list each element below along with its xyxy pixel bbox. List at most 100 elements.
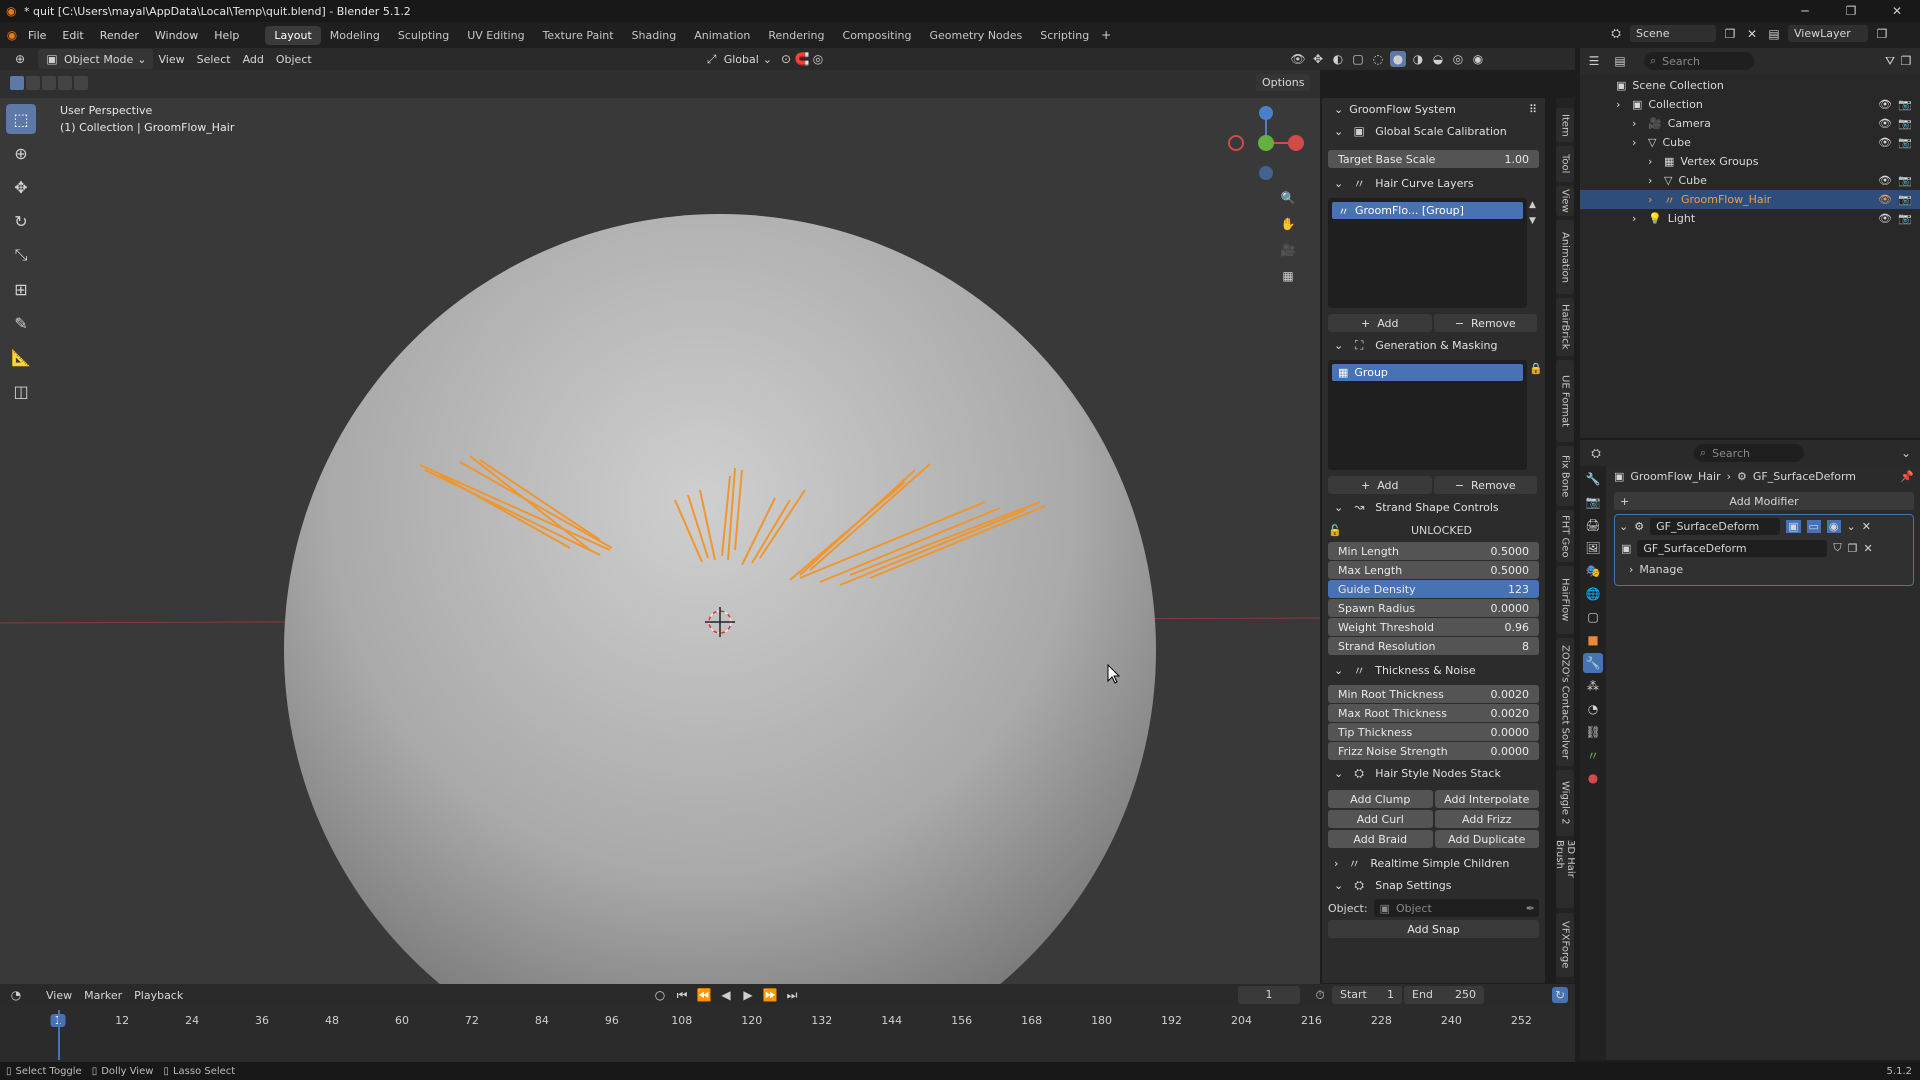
camera-view-icon[interactable]: 🎥 [1280,242,1296,258]
zoom-icon[interactable]: 🔍 [1280,190,1296,206]
select-intersect-icon[interactable] [74,76,88,90]
tab-sculpting[interactable]: Sculpting [389,26,458,45]
eye-icon[interactable]: 👁 [1878,174,1892,187]
add-snap-button[interactable]: Add Snap [1328,920,1539,938]
lock-toggle[interactable]: 🔓 UNLOCKED [1328,520,1539,540]
strand-field[interactable]: Spawn Radius 0.0000 [1328,599,1539,617]
strand-field[interactable]: Weight Threshold 0.96 [1328,618,1539,636]
scene-tab-icon[interactable]: 🎭 [1583,561,1603,581]
list-item[interactable]: 〃 GroomFlo... [Group] [1332,202,1523,219]
outliner-root[interactable]: ▣ Scene Collection [1580,76,1920,95]
menu-edit[interactable]: Edit [54,29,91,42]
hair-layers-list[interactable]: 〃 GroomFlo... [Group] [1328,198,1527,308]
menu-window[interactable]: Window [147,29,206,42]
sidebar-tab[interactable]: Animation [1556,220,1574,294]
output-tab-icon[interactable]: 🖨 [1583,515,1603,535]
view-layer-field[interactable]: ViewLayer [1788,25,1868,42]
remove-layer-button[interactable]: − Remove [1433,314,1537,332]
editor-type-icon[interactable]: ☰ [1586,53,1602,69]
material-shading-icon[interactable]: ◑ [1410,51,1426,67]
sidebar-tab[interactable]: Item [1556,108,1574,142]
outliner-search-input[interactable]: ⌕ Search [1644,52,1754,70]
sidebar-tab[interactable]: Tool [1556,146,1574,182]
new-scene-icon[interactable]: ❐ [1722,26,1738,42]
tool-tab-icon[interactable]: 🔧 [1583,469,1603,489]
timeline-menu-view[interactable]: View [40,987,78,1004]
transform-orientation[interactable]: ⤢ Global ⌄ [698,49,778,69]
minimize-icon[interactable]: ─ [1782,0,1828,22]
play-icon[interactable]: ▶ [740,987,756,1003]
delete-scene-icon[interactable]: ✕ [1744,26,1760,42]
strand-field[interactable]: Min Length 0.5000 [1328,542,1539,560]
camera-toggle-icon[interactable]: 📷 [1898,117,1912,130]
tab-scripting[interactable]: Scripting [1031,26,1098,45]
expand-chevron-icon[interactable]: › [1632,117,1644,130]
physics-tab-icon[interactable]: ◔ [1583,699,1603,719]
rotate-tool-icon[interactable]: ↻ [6,206,36,236]
add-clump-button[interactable]: Add Clump [1328,790,1433,808]
next-keyframe-icon[interactable]: ⏩ [762,987,778,1003]
section-snap[interactable]: ⌄ ⛭ Snap Settings [1322,874,1545,896]
menu-view[interactable]: View [153,51,191,68]
view-layer-tab-icon[interactable]: 🖼 [1583,538,1603,558]
add-cube-tool-icon[interactable]: ◫ [6,376,36,406]
tab-geometry-nodes[interactable]: Geometry Nodes [920,26,1031,45]
sidebar-tab[interactable]: HairFlow [1556,566,1574,634]
eye-icon[interactable]: 👁 [1878,117,1892,130]
sidebar-tab[interactable]: FHT Geo [1556,510,1574,562]
sidebar-tab[interactable]: UE Format [1556,360,1574,442]
sidebar-tab[interactable]: VFXForge [1556,913,1574,977]
expand-chevron-icon[interactable]: › [1648,174,1660,187]
expand-chevron-icon[interactable]: › [1648,193,1660,206]
measure-tool-icon[interactable]: 📐 [6,342,36,372]
proportional-edit-icon[interactable]: ◎ [810,51,826,67]
solid-shading-icon[interactable]: ● [1390,51,1406,67]
pivot-icon[interactable]: ⊙ [778,51,794,67]
gizmo-icon[interactable]: ✥ [1310,51,1326,67]
lock-icon[interactable]: 🔒 [1529,362,1545,474]
object-tab-icon[interactable]: ■ [1583,630,1603,650]
add-curl-button[interactable]: Add Curl [1328,810,1433,828]
loop-icon[interactable]: ↻ [1552,987,1568,1003]
outliner-row[interactable]: › 〃 GroomFlow_Hair 👁 📷 [1580,190,1920,209]
transform-tool-icon[interactable]: ⊞ [6,274,36,304]
select-extend-icon[interactable] [26,76,40,90]
timeline-menu-marker[interactable]: Marker [78,987,128,1004]
material-tab-icon[interactable]: ● [1583,768,1603,788]
add-interpolate-button[interactable]: Add Interpolate [1434,790,1539,808]
blender-menu-icon[interactable]: ◉ [4,27,20,43]
unlink-icon[interactable]: ✕ [1864,542,1873,555]
sidebar-tab[interactable]: ZOZO's Contact Solver [1556,638,1574,766]
section-gen-mask[interactable]: ⌄ ⛶ Generation & Masking [1322,334,1545,356]
data-tab-icon[interactable]: 〃 [1583,745,1603,765]
options-chevron-icon[interactable]: ⌄ [1898,445,1914,461]
strand-field[interactable]: Guide Density 123 [1328,580,1539,598]
menu-render[interactable]: Render [92,29,147,42]
maximize-icon[interactable]: ❐ [1828,0,1874,22]
select-new-icon[interactable] [10,76,24,90]
add-layer-button[interactable]: + Add [1328,314,1432,332]
overlay-icon[interactable]: ◐ [1330,51,1346,67]
ortho-toggle-icon[interactable]: ▦ [1280,268,1296,284]
strand-field[interactable]: Strand Resolution 8 [1328,637,1539,655]
eyedropper-icon[interactable]: ✒ [1526,902,1535,915]
add-mask-button[interactable]: + Add [1328,476,1432,494]
section-thickness[interactable]: ⌄ 〃 Thickness & Noise [1322,659,1545,681]
visibility-icon[interactable]: 👁 [1290,51,1306,67]
add-workspace-icon[interactable]: + [1098,27,1114,43]
modifier-name-field[interactable]: GF_SurfaceDeform [1650,517,1781,535]
list-item[interactable]: ▦ Group [1332,364,1523,381]
add-frizz-button[interactable]: Add Frizz [1434,810,1539,828]
object-picker[interactable]: ▣ Object ✒ [1373,899,1539,917]
sidebar-tab[interactable]: Wiggle 2 [1556,770,1574,836]
new-collection-icon[interactable]: ❐ [1898,53,1914,69]
chevron-down-icon[interactable]: ⌄ [1619,520,1628,533]
viewport-toggle-icon[interactable]: ▭ [1806,519,1821,533]
editor-type-icon[interactable]: ◔ [8,987,24,1003]
move-up-icon[interactable]: ▲ [1529,200,1545,210]
jump-start-icon[interactable]: ⏮ [674,987,690,1003]
display-mode-icon[interactable]: ▤ [1612,53,1628,69]
shading-popover-icon[interactable]: ◉ [1470,51,1486,67]
eye-icon[interactable]: 👁 [1878,193,1892,206]
tab-shading[interactable]: Shading [623,26,686,45]
